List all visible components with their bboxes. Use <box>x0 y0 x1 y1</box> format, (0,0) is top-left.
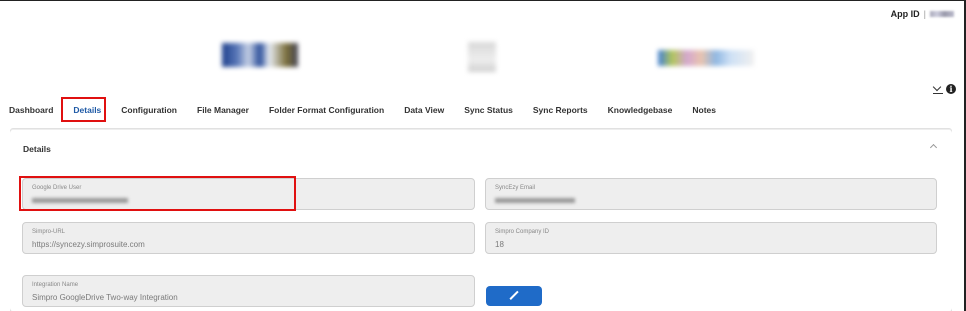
connector-logo-redacted <box>468 42 496 72</box>
app-id-label: App ID <box>890 9 920 19</box>
tab-file-manager[interactable]: File Manager <box>187 100 259 120</box>
header-tools: i <box>933 84 956 94</box>
highlight-box-details-tab <box>61 97 106 122</box>
integration-name-field[interactable]: Integration Name Simpro GoogleDrive Two-… <box>22 275 475 307</box>
partner-logo-redacted <box>658 50 754 66</box>
tab-folder-format-configuration[interactable]: Folder Format Configuration <box>259 100 394 120</box>
tab-bar: Dashboard Details Configuration File Man… <box>0 100 726 120</box>
simpro-company-id-field[interactable]: Simpro Company ID 18 <box>485 222 937 254</box>
simpro-company-id-value: 18 <box>495 240 504 249</box>
pencil-icon <box>509 291 519 301</box>
details-panel-title: Details <box>23 144 51 154</box>
tab-notes[interactable]: Notes <box>682 100 726 120</box>
syncezy-email-field[interactable]: SyncEzy Email <box>485 178 937 210</box>
syncezy-email-value-redacted <box>495 198 575 203</box>
integration-name-label: Integration Name <box>32 282 79 288</box>
tab-sync-reports[interactable]: Sync Reports <box>523 100 598 120</box>
tab-configuration[interactable]: Configuration <box>111 100 187 120</box>
simpro-company-id-label: Simpro Company ID <box>495 229 550 235</box>
simpro-url-value: https://syncezy.simprosuite.com <box>32 240 145 249</box>
syncezy-email-label: SyncEzy Email <box>495 185 536 191</box>
highlight-box-google-drive-user <box>19 176 296 211</box>
tab-dashboard[interactable]: Dashboard <box>0 100 63 120</box>
tab-sync-status[interactable]: Sync Status <box>454 100 523 120</box>
app-id: App ID | <box>891 9 954 19</box>
simpro-url-label: Simpro-URL <box>32 229 66 235</box>
brand-logo-redacted <box>222 43 298 67</box>
tab-data-view[interactable]: Data View <box>394 100 454 120</box>
app-id-separator: | <box>923 9 926 19</box>
info-icon[interactable]: i <box>946 84 956 94</box>
edit-integration-name-button[interactable] <box>486 286 542 306</box>
top-border <box>0 0 966 1</box>
simpro-url-field[interactable]: Simpro-URL https://syncezy.simprosuite.c… <box>22 222 475 254</box>
tab-knowledgebase[interactable]: Knowledgebase <box>598 100 683 120</box>
integration-name-value: Simpro GoogleDrive Two-way Integration <box>32 293 178 302</box>
app-id-value-redacted <box>930 11 954 17</box>
collapse-download-icon[interactable] <box>933 84 943 94</box>
